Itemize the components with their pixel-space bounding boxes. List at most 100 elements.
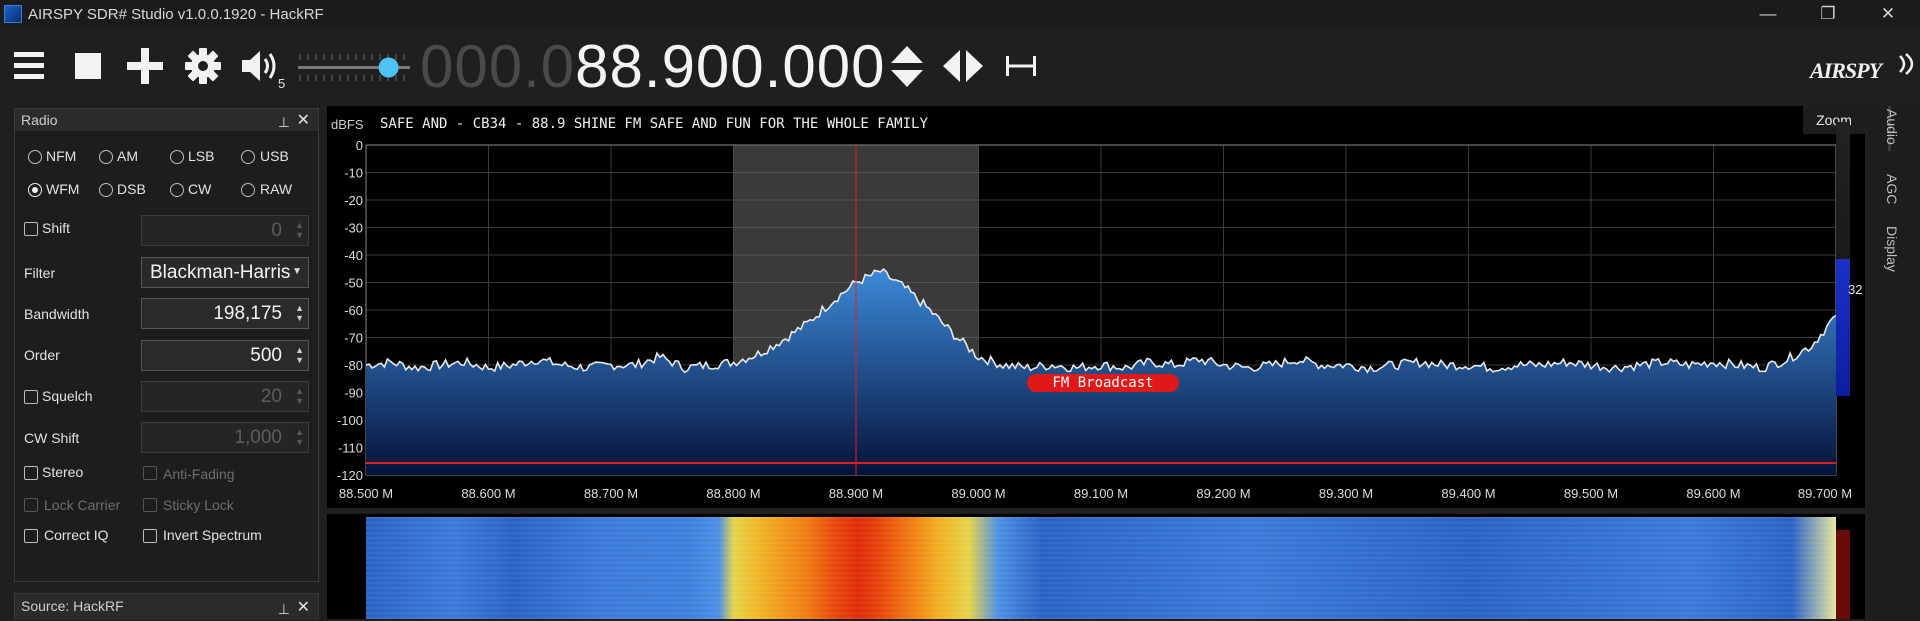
x-tick-label: 89.300 M (1319, 486, 1373, 501)
squelch-spinner-icon[interactable]: ▲ ▼ (295, 386, 304, 406)
filter-select[interactable]: Blackman-Harris ▼ (141, 257, 309, 288)
shift-value: 0 (271, 220, 282, 241)
waterfall-level-bar (1836, 530, 1850, 619)
x-tick-label: 89.400 M (1441, 486, 1495, 501)
side-tab-audio[interactable]: Audio (1884, 109, 1900, 145)
filter-value: Blackman-Harris (150, 262, 291, 283)
shift-label: Shift (42, 220, 71, 236)
x-tick-label: 89.600 M (1686, 486, 1740, 501)
order-spinner-icon[interactable]: ▲ ▼ (295, 345, 304, 365)
x-tick-label: 89.500 M (1564, 486, 1618, 501)
source-close-icon[interactable]: ✕ (297, 596, 310, 620)
squelch-input[interactable]: 20 ▲ ▼ (141, 381, 309, 412)
minimize-button[interactable]: — (1738, 0, 1798, 28)
cw-shift-spinner-icon[interactable]: ▲ ▼ (295, 427, 304, 447)
side-tab-display[interactable]: Display (1884, 226, 1900, 272)
stop-icon[interactable] (74, 52, 104, 82)
volume-slider-thumb[interactable] (378, 57, 399, 78)
brand-text: AIRSPY (1810, 58, 1882, 83)
spectrum-plot[interactable]: 0 -10 -20 -30 -40 -50 -60 -70 -80 -90 -100 -110 -120… (327, 106, 1865, 508)
bandwidth-label: Bandwidth (24, 306, 90, 322)
cw-shift-input[interactable]: 1,000 ▲ ▼ (141, 422, 309, 453)
add-icon[interactable] (127, 48, 163, 84)
radio-mode-cw[interactable] (170, 183, 184, 197)
order-input[interactable]: 500 ▲ ▼ (141, 340, 309, 371)
y-tick-label: -20 (344, 193, 363, 208)
x-tick-label: 88.500 M (339, 486, 393, 501)
window-title: AIRSPY SDR# Studio v1.0.0.1920 - HackRF (28, 6, 324, 23)
source-pin-icon[interactable]: ⊥ (278, 597, 290, 621)
radio-panel-title: Radio (21, 112, 58, 128)
tune-left-right-icon[interactable] (941, 48, 985, 84)
lock-carrier-label: Lock Carrier (44, 497, 121, 513)
y-tick-label: -110 (338, 441, 363, 456)
close-window-button[interactable]: ✕ (1858, 0, 1918, 28)
waterfall-display[interactable] (327, 514, 1865, 619)
title-bar: AIRSPY SDR# Studio v1.0.0.1920 - HackRF … (0, 0, 1920, 28)
band-plan-badge[interactable]: FM Broadcast (1027, 374, 1179, 392)
shift-spinner-icon[interactable]: ▲ ▼ (295, 220, 304, 240)
source-panel-title: Source: HackRF (21, 598, 124, 614)
radio-mode-am[interactable] (99, 150, 113, 164)
y-tick-label: -10 (344, 166, 363, 181)
x-tick-label: 88.700 M (584, 486, 638, 501)
x-tick-label: 88.900 M (829, 486, 883, 501)
shift-input[interactable]: 0 ▲ ▼ (141, 215, 309, 246)
radio-mode-dsb[interactable] (99, 183, 113, 197)
pin-icon[interactable]: ⊥ (278, 111, 290, 133)
x-tick-label: 89.100 M (1074, 486, 1128, 501)
cw-shift-value: 1,000 (234, 427, 282, 448)
lock-carrier-checkbox[interactable] (24, 498, 38, 512)
x-tick-label: 88.600 M (461, 486, 515, 501)
spectrum-analyzer[interactable]: dBFS SAFE AND - CB34 - 88.9 SHINE FM SAF… (327, 106, 1865, 508)
stereo-label: Stereo (42, 464, 84, 480)
signal-waves-icon (1899, 53, 1914, 75)
radio-mode-nfm[interactable] (28, 150, 42, 164)
bandwidth-value: 198,175 (213, 303, 282, 324)
gear-icon[interactable] (184, 47, 222, 85)
bandwidth-spinner-icon[interactable]: ▲ ▼ (295, 303, 304, 323)
bandwidth-input[interactable]: 198,175 ▲ ▼ (141, 298, 309, 329)
hamburger-menu-icon[interactable] (12, 50, 46, 82)
cw-shift-label: CW Shift (24, 430, 80, 446)
squelch-label: Squelch (42, 388, 93, 404)
span-width-icon[interactable] (1004, 54, 1038, 78)
y-tick-label: -40 (344, 248, 363, 263)
airspy-logo: AIRSPY (1810, 52, 1916, 84)
x-tick-label: 89.700 M (1798, 486, 1852, 501)
volume-slider[interactable] (296, 48, 416, 88)
radio-mode-raw[interactable] (241, 183, 255, 197)
anti-fading-checkbox[interactable] (143, 466, 157, 480)
mode-label-raw: RAW (260, 181, 293, 197)
shift-checkbox[interactable] (24, 222, 38, 236)
stereo-checkbox[interactable] (24, 466, 38, 480)
source-panel: Source: HackRF ⊥ ✕ (14, 593, 319, 621)
volume-level-label: 5 (278, 76, 286, 91)
x-tick-label: 89.000 M (951, 486, 1005, 501)
radio-mode-lsb[interactable] (170, 150, 184, 164)
radio-mode-wfm[interactable] (28, 183, 42, 197)
sticky-lock-label: Sticky Lock (163, 497, 234, 513)
correct-iq-checkbox[interactable] (24, 529, 38, 543)
side-tab-strip: Audio AGC Display (1868, 106, 1920, 619)
squelch-checkbox[interactable] (24, 390, 38, 404)
invert-spectrum-label: Invert Spectrum (163, 527, 262, 543)
side-tab-agc[interactable]: AGC (1884, 174, 1900, 204)
y-tick-label: -50 (344, 276, 363, 291)
frequency-digits: 88.900.000 (575, 33, 886, 100)
radio-mode-usb[interactable] (241, 150, 255, 164)
y-tick-label: -100 (337, 413, 363, 428)
x-tick-label: 89.200 M (1196, 486, 1250, 501)
level-readout: 32 (1848, 282, 1863, 297)
invert-spectrum-checkbox[interactable] (143, 529, 157, 543)
squelch-value: 20 (260, 386, 282, 407)
close-panel-icon[interactable]: ✕ (297, 110, 310, 132)
sticky-lock-checkbox[interactable] (143, 498, 157, 512)
app-icon (4, 5, 22, 23)
filter-label: Filter (24, 265, 56, 281)
radio-panel-header: Radio ⊥ ✕ (15, 109, 318, 131)
maximize-button[interactable]: ❐ (1798, 0, 1858, 28)
frequency-display[interactable]: 000.088.900.000 (420, 32, 885, 102)
tune-up-down-icon[interactable] (888, 44, 926, 90)
chevron-down-icon: ▼ (292, 266, 302, 277)
